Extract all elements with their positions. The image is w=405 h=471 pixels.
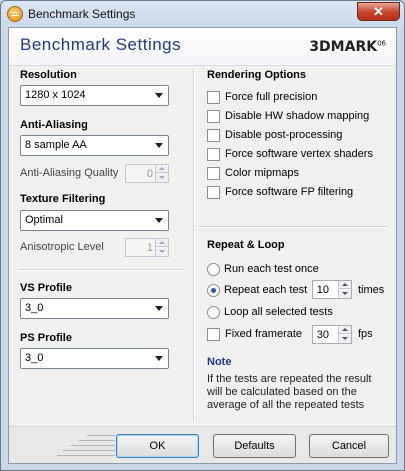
checkbox-label: Disable HW shadow mapping (225, 110, 370, 122)
framerate-value: 30 (316, 329, 329, 341)
vs-profile-value: 3_0 (25, 302, 44, 314)
radio-repeat-each-test-label[interactable]: Repeat each test (224, 284, 307, 296)
spin-down-icon[interactable] (339, 290, 351, 298)
anisotropic-level-stepper[interactable]: 1 (125, 238, 169, 257)
repeat-unit-label: times (358, 284, 385, 296)
anisotropic-level-value: 1 (146, 242, 153, 254)
checkbox[interactable] (207, 91, 220, 104)
settings-window: Benchmark Settings ✕ Benchmark Settings … (0, 0, 405, 471)
vs-profile-select[interactable]: 3_0 (20, 298, 169, 319)
checkbox[interactable] (207, 148, 220, 161)
texture-filtering-value: Optimal (25, 214, 63, 226)
repeat-loop-title: Repeat & Loop (207, 239, 285, 251)
checkbox-label: Disable post-processing (225, 129, 343, 141)
repeat-count-value: 10 (316, 284, 329, 296)
checkbox-label: Force software vertex shaders (225, 148, 373, 160)
checkbox-label: Fixed framerate (225, 328, 303, 340)
window-title: Benchmark Settings (28, 7, 136, 21)
close-button[interactable]: ✕ (357, 2, 400, 21)
chevron-down-icon (155, 356, 163, 361)
chevron-down-icon (155, 93, 163, 98)
checkbox[interactable] (207, 167, 220, 180)
defaults-button[interactable]: Defaults (213, 434, 296, 458)
texture-filtering-label: Texture Filtering (20, 193, 106, 205)
close-icon: ✕ (373, 4, 384, 19)
resolution-value: 1280 x 1024 (25, 89, 86, 101)
radio-repeat-each-test[interactable] (207, 284, 220, 297)
radio-loop-all[interactable] (207, 306, 220, 319)
checkbox-label: Force full precision (225, 91, 318, 103)
dialog-body: Benchmark Settings 3DMARK06 Resolution 1… (8, 27, 397, 464)
repeat-count-stepper[interactable]: 10 (312, 280, 352, 299)
rendering-options-title: Rendering Options (207, 69, 306, 81)
radio-run-once[interactable] (207, 263, 220, 276)
resolution-select[interactable]: 1280 x 1024 (20, 85, 169, 106)
button-bar: OK Defaults Cancel (9, 426, 396, 463)
aa-quality-value: 0 (146, 168, 153, 180)
chevron-down-icon (155, 143, 163, 148)
aa-quality-label: Anti-Aliasing Quality (20, 167, 119, 179)
ps-profile-label: PS Profile (20, 332, 72, 344)
resolution-label: Resolution (20, 69, 77, 81)
spin-down-icon[interactable] (156, 248, 168, 256)
framerate-stepper[interactable]: 30 (312, 325, 352, 344)
radio-run-once-label[interactable]: Run each test once (224, 263, 319, 275)
page-title: Benchmark Settings (20, 35, 182, 54)
chevron-down-icon (155, 306, 163, 311)
anti-aliasing-select[interactable]: 8 sample AA (20, 135, 169, 156)
column-divider (193, 68, 195, 421)
anti-aliasing-value: 8 sample AA (25, 139, 87, 151)
checkbox[interactable] (207, 186, 220, 199)
header-band: Benchmark Settings 3DMARK06 (9, 28, 396, 66)
cancel-button[interactable]: Cancel (309, 434, 389, 458)
anti-aliasing-label: Anti-Aliasing (20, 119, 88, 131)
framerate-unit-label: fps (358, 328, 373, 340)
ok-button[interactable]: OK (116, 434, 199, 458)
chevron-down-icon (155, 218, 163, 223)
checkbox-label: Force software FP filtering (225, 186, 354, 198)
app-icon[interactable] (7, 6, 23, 22)
spin-up-icon[interactable] (339, 326, 351, 334)
spin-down-icon[interactable] (339, 335, 351, 343)
checkbox[interactable] (207, 328, 220, 341)
3dmark-logo: 3DMARK06 (309, 39, 386, 55)
ps-profile-select[interactable]: 3_0 (20, 348, 169, 369)
spin-up-icon[interactable] (156, 239, 168, 247)
checkbox-label: Color mipmaps (225, 167, 299, 179)
note-body: If the tests are repeated the result wil… (207, 373, 372, 411)
checkbox[interactable] (207, 110, 220, 123)
note-title: Note (207, 356, 232, 368)
checkbox[interactable] (207, 129, 220, 142)
divider (18, 269, 184, 271)
anisotropic-level-label: Anisotropic Level (20, 241, 104, 253)
spin-up-icon[interactable] (339, 281, 351, 289)
spin-up-icon[interactable] (156, 165, 168, 173)
grip-lines-icon (57, 433, 117, 461)
title-bar[interactable]: Benchmark Settings ✕ (1, 1, 404, 27)
aa-quality-stepper[interactable]: 0 (125, 164, 169, 183)
texture-filtering-select[interactable]: Optimal (20, 210, 169, 231)
vs-profile-label: VS Profile (20, 282, 72, 294)
radio-loop-all-label[interactable]: Loop all selected tests (224, 306, 333, 318)
ps-profile-value: 3_0 (25, 352, 44, 364)
spin-down-icon[interactable] (156, 174, 168, 182)
divider (199, 226, 389, 228)
